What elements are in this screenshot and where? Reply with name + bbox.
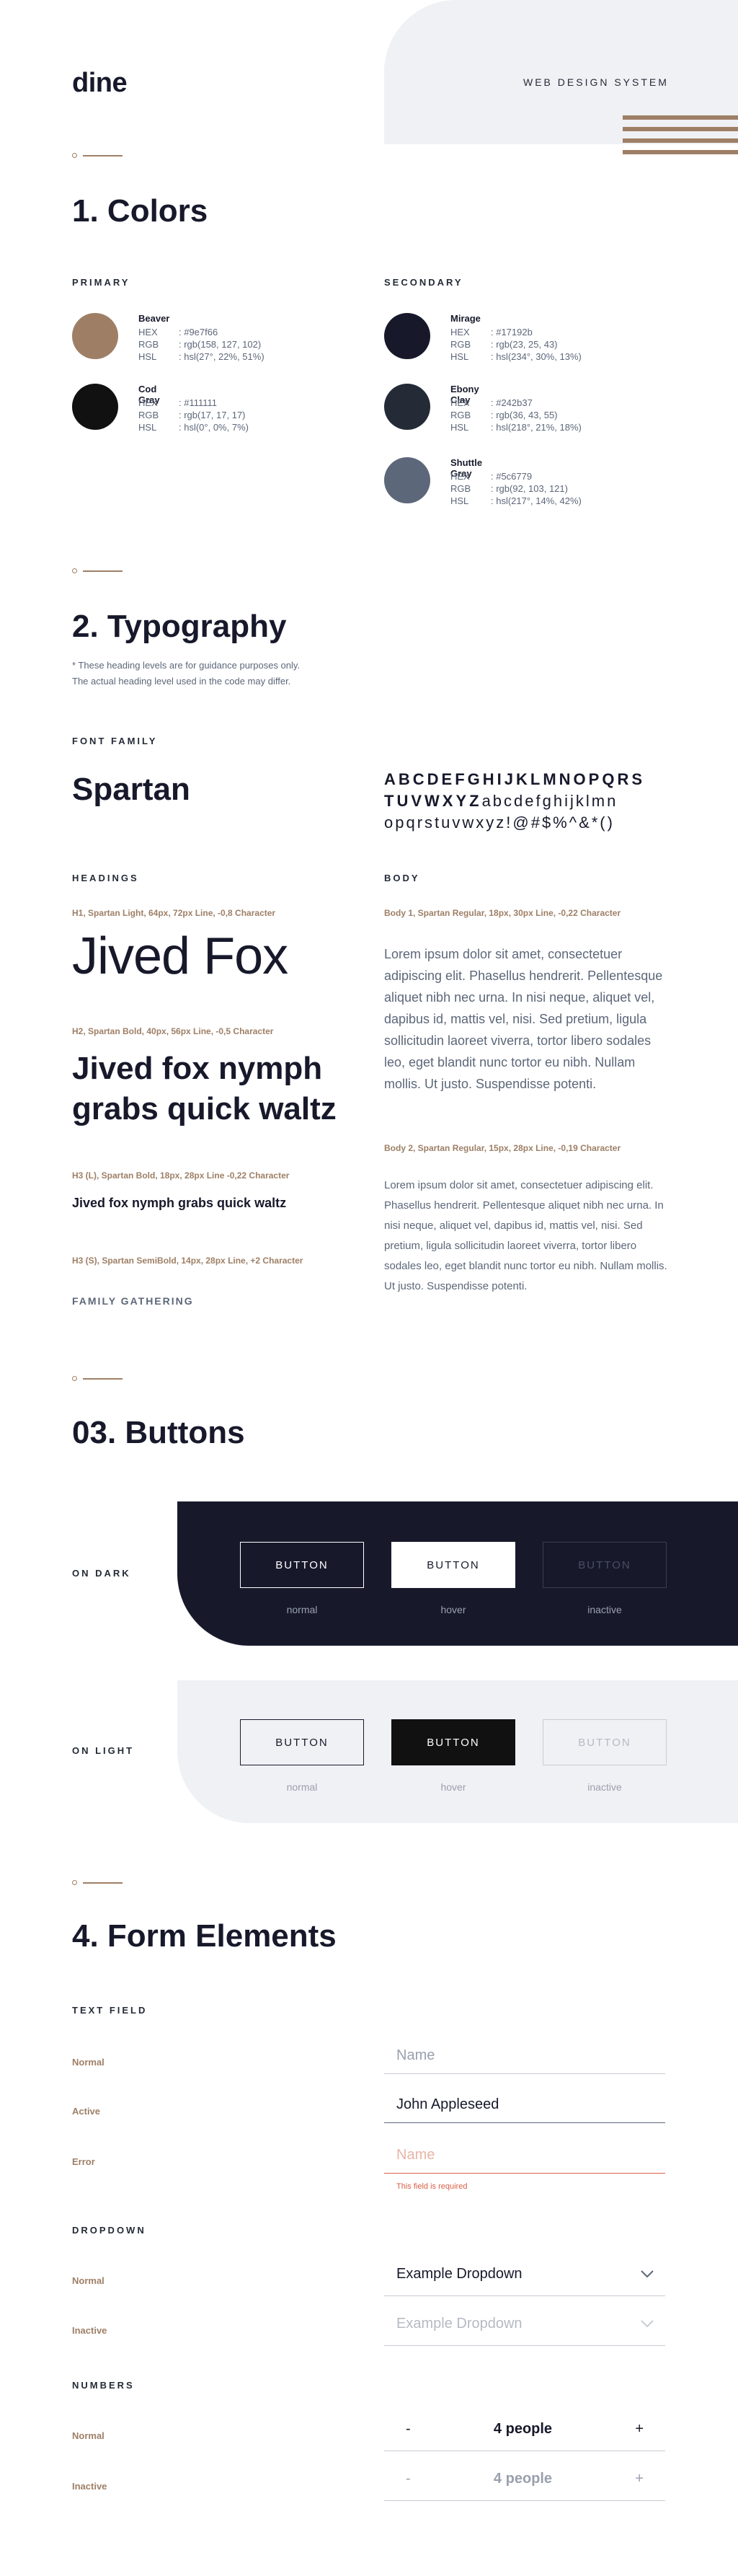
state-label-normal: Normal bbox=[72, 2430, 105, 2441]
state-caption: normal bbox=[286, 1604, 318, 1615]
number-stepper-normal[interactable]: - 4 people + bbox=[384, 2408, 665, 2451]
button-dark-hover[interactable]: BUTTON bbox=[391, 1542, 515, 1588]
font-alphabet: ABCDEFGHIJKLMNOPQRS TUVWXYZabcdefghijklm… bbox=[384, 770, 646, 832]
increment-button[interactable]: + bbox=[635, 2421, 644, 2438]
color-swatch bbox=[72, 313, 118, 359]
decrement-button[interactable]: - bbox=[406, 2471, 411, 2487]
state-caption: normal bbox=[286, 1781, 318, 1793]
body2-spec: Body 2, Spartan Regular, 15px, 28px Line… bbox=[384, 1143, 621, 1153]
body-label: BODY bbox=[384, 873, 420, 883]
page-subtitle: WEB DESIGN SYSTEM bbox=[523, 76, 669, 88]
font-family-label: FONT FAMILY bbox=[72, 736, 158, 746]
state-label-error: Error bbox=[72, 2156, 95, 2167]
state-label-inactive: Inactive bbox=[72, 2325, 107, 2336]
decrement-button[interactable]: - bbox=[406, 2421, 411, 2438]
h5-spec: H3 (S), Spartan SemiBold, 14px, 28px Lin… bbox=[72, 1256, 303, 1266]
dropdown-label: DROPDOWN bbox=[72, 2225, 146, 2236]
color-swatch bbox=[384, 384, 430, 430]
state-label-normal: Normal bbox=[72, 2275, 105, 2286]
section-divider bbox=[72, 1375, 123, 1382]
name-field-error[interactable]: Name bbox=[384, 2138, 665, 2174]
dropdown-value: Example Dropdown bbox=[396, 2316, 523, 2332]
button-light-inactive[interactable]: BUTTON bbox=[543, 1719, 667, 1765]
dropdown-value: Example Dropdown bbox=[396, 2266, 523, 2282]
color-values: HEX: #17192b RGB: rgb(23, 25, 43) HSL: h… bbox=[450, 327, 582, 362]
button-light-hover[interactable]: BUTTON bbox=[391, 1719, 515, 1765]
section-divider bbox=[72, 1879, 123, 1887]
name-field-active[interactable]: John Appleseed bbox=[384, 2087, 665, 2123]
color-values: HEX: #242b37 RGB: rgb(36, 43, 55) HSL: h… bbox=[450, 397, 582, 433]
name-field-normal[interactable]: Name bbox=[384, 2038, 665, 2074]
h2-sample: Jived fox nymph grabs quick waltz bbox=[72, 1051, 337, 1126]
color-values: HEX: #5c6779 RGB: rgb(92, 103, 121) HSL:… bbox=[450, 471, 582, 506]
number-stepper-inactive[interactable]: - 4 people + bbox=[384, 2458, 665, 2501]
button-dark-normal[interactable]: BUTTON bbox=[240, 1542, 364, 1588]
h1-sample: Jived Fox bbox=[72, 927, 288, 985]
stepper-value: 4 people bbox=[493, 2471, 553, 2487]
body2-sample: Lorem ipsum dolor sit amet, consectetuer… bbox=[384, 1179, 667, 1292]
state-label-inactive: Inactive bbox=[72, 2481, 107, 2492]
h3-spec: H3 (L), Spartan Bold, 18px, 28px Line -0… bbox=[72, 1170, 290, 1181]
state-label-active: Active bbox=[72, 2106, 101, 2117]
colors-title: 1. Colors bbox=[72, 193, 208, 229]
h2-spec: H2, Spartan Bold, 40px, 56px Line, -0,5 … bbox=[72, 1026, 274, 1036]
state-caption: hover bbox=[440, 1781, 466, 1793]
font-family-name: Spartan bbox=[72, 772, 190, 807]
typography-note: * These heading levels are for guidance … bbox=[72, 660, 301, 687]
secondary-label: SECONDARY bbox=[384, 277, 463, 288]
forms-title: 4. Form Elements bbox=[72, 1918, 337, 1954]
chevron-down-icon bbox=[641, 2270, 654, 2277]
dropdown-inactive[interactable]: Example Dropdown bbox=[384, 2303, 665, 2346]
primary-label: PRIMARY bbox=[72, 277, 130, 288]
h1-spec: H1, Spartan Light, 64px, 72px Line, -0,8… bbox=[72, 908, 276, 918]
dropdown-normal[interactable]: Example Dropdown bbox=[384, 2253, 665, 2296]
color-values: HEX: #9e7f66 RGB: rgb(158, 127, 102) HSL… bbox=[138, 327, 264, 362]
body1-sample: Lorem ipsum dolor sit amet, consectetuer… bbox=[384, 947, 663, 1091]
h5-sample: FAMILY GATHERING bbox=[72, 1295, 194, 1307]
state-caption: inactive bbox=[587, 1604, 622, 1615]
body1-spec: Body 1, Spartan Regular, 18px, 30px Line… bbox=[384, 908, 621, 918]
state-label-normal: Normal bbox=[72, 2057, 105, 2068]
chevron-down-icon bbox=[641, 2319, 654, 2327]
headings-label: HEADINGS bbox=[72, 873, 139, 883]
error-message: This field is required bbox=[396, 2182, 468, 2191]
color-swatch bbox=[384, 313, 430, 359]
text-field-label: TEXT FIELD bbox=[72, 2005, 148, 2016]
stepper-value: 4 people bbox=[493, 2421, 553, 2437]
color-name: Mirage bbox=[450, 313, 481, 324]
button-light-normal[interactable]: BUTTON bbox=[240, 1719, 364, 1765]
logo: dine bbox=[72, 68, 128, 98]
state-caption: hover bbox=[440, 1604, 466, 1615]
buttons-title: 03. Buttons bbox=[72, 1415, 245, 1450]
numbers-label: NUMBERS bbox=[72, 2380, 135, 2391]
on-dark-label: ON DARK bbox=[72, 1568, 131, 1579]
button-dark-inactive[interactable]: BUTTON bbox=[543, 1542, 667, 1588]
color-swatch bbox=[72, 384, 118, 430]
decorative-stripes bbox=[623, 115, 738, 162]
state-caption: inactive bbox=[587, 1781, 622, 1793]
section-divider bbox=[72, 568, 123, 575]
color-values: HEX: #111111 RGB: rgb(17, 17, 17) HSL: h… bbox=[138, 397, 249, 433]
color-name: Beaver bbox=[138, 313, 170, 324]
section-divider bbox=[72, 152, 123, 159]
typography-title: 2. Typography bbox=[72, 609, 287, 644]
increment-button[interactable]: + bbox=[635, 2471, 644, 2487]
color-swatch bbox=[384, 457, 430, 503]
on-light-label: ON LIGHT bbox=[72, 1745, 135, 1756]
h3-sample: Jived fox nymph grabs quick waltz bbox=[72, 1196, 287, 1210]
